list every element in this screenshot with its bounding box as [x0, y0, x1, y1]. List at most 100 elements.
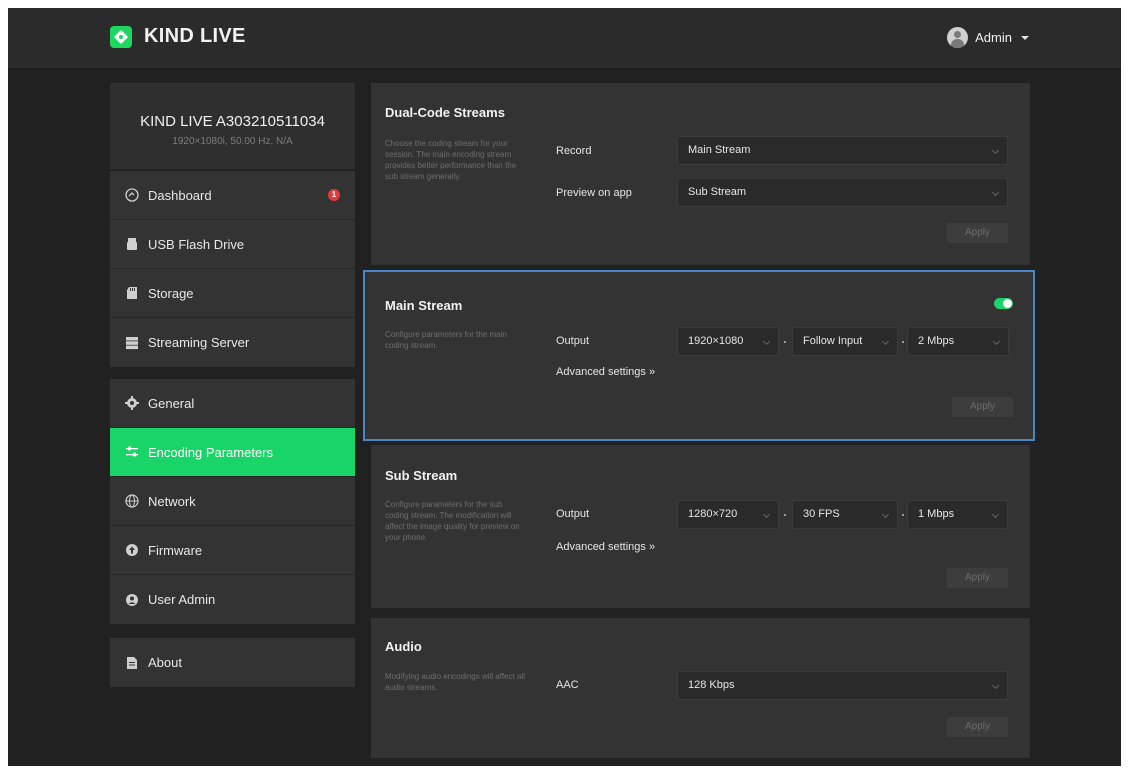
caret-down-icon [1021, 35, 1029, 40]
bitrate-select[interactable]: 1 Mbps [907, 500, 1008, 529]
globe-icon [125, 494, 139, 508]
sidebar-item-user-admin[interactable]: User Admin [110, 575, 355, 624]
output-label: Output [556, 335, 590, 347]
avatar-icon [947, 27, 969, 48]
sd-card-icon [125, 286, 139, 300]
main-stream-panel: Main Stream Configure parameters for the… [363, 270, 1035, 441]
select-value: 1 Mbps [918, 508, 955, 520]
sidebar-group-info: About [110, 638, 355, 687]
dashboard-icon [125, 188, 139, 202]
sidebar-item-about[interactable]: About [110, 638, 355, 687]
document-icon [125, 656, 139, 670]
separator-dot [784, 514, 786, 516]
panel-title: Audio [385, 639, 422, 654]
panel-description: Modifying audio encodings will affect al… [385, 672, 525, 692]
sidebar-group-status: Dashboard 1 USB Flash Drive Storage Stre… [110, 171, 355, 367]
sidebar-item-label: Network [148, 493, 196, 509]
select-value: 1280×720 [688, 508, 738, 520]
panel-title: Dual-Code Streams [385, 105, 505, 120]
app-frame: KIND LIVE Admin KIND LIVE A303210511034 … [8, 8, 1121, 766]
device-card: KIND LIVE A303210511034 1920×1080i, 50.0… [110, 83, 355, 169]
sidebar-item-usb-flash-drive[interactable]: USB Flash Drive [110, 220, 355, 269]
notification-badge: 1 [328, 189, 340, 201]
chevron-down-icon [991, 188, 1000, 197]
device-signal-info: 1920×1080i, 50.00 Hz, N/A [172, 136, 293, 147]
separator-dot [784, 341, 786, 343]
bitrate-select[interactable]: 2 Mbps [907, 327, 1009, 356]
chevron-down-icon [991, 681, 1000, 690]
dual-code-streams-panel: Dual-Code Streams Choose the coding stre… [371, 83, 1030, 265]
sliders-icon [125, 445, 139, 459]
server-icon [125, 336, 139, 350]
record-stream-select[interactable]: Main Stream [677, 136, 1008, 165]
sub-stream-panel: Sub Stream Configure parameters for the … [371, 445, 1030, 608]
device-name: KIND LIVE A303210511034 [140, 113, 325, 130]
output-label: Output [556, 508, 590, 520]
top-bar: KIND LIVE Admin [8, 8, 1121, 69]
panel-description: Choose the coding stream for your sessio… [385, 139, 517, 181]
user-icon [125, 593, 139, 607]
record-label: Record [556, 145, 592, 157]
audio-panel: Audio Modifying audio encodings will aff… [371, 618, 1030, 758]
select-value: Sub Stream [688, 186, 747, 198]
user-name: Admin [975, 30, 1012, 45]
sidebar-item-firmware[interactable]: Firmware [110, 526, 355, 575]
sidebar-item-network[interactable]: Network [110, 477, 355, 526]
panel-description: Configure parameters for the main coding… [385, 330, 507, 350]
select-value: Main Stream [688, 144, 751, 156]
sidebar-item-label: Firmware [148, 542, 203, 558]
kind-live-logo-icon [110, 25, 132, 48]
framerate-select[interactable]: Follow Input [792, 327, 898, 356]
sidebar-item-streaming-server[interactable]: Streaming Server [110, 318, 355, 367]
aac-label: AAC [556, 679, 579, 691]
usb-drive-icon [125, 237, 139, 251]
sidebar-item-encoding-parameters[interactable]: Encoding Parameters [110, 428, 355, 477]
brand-name: KIND LIVE [144, 25, 246, 47]
sidebar-item-general[interactable]: General [110, 379, 355, 428]
sidebar-item-storage[interactable]: Storage [110, 269, 355, 318]
user-menu[interactable]: Admin [947, 27, 1029, 48]
separator-dot [902, 514, 904, 516]
chevron-down-icon [881, 510, 890, 519]
sidebar-item-label: Encoding Parameters [148, 444, 274, 460]
advanced-settings-link[interactable]: Advanced settings » [556, 366, 655, 378]
panel-description: Configure parameters for the sub coding … [385, 500, 520, 542]
upload-icon [125, 543, 139, 557]
select-value: 1920×1080 [688, 335, 744, 347]
resolution-select[interactable]: 1280×720 [677, 500, 779, 529]
chevron-down-icon [991, 146, 1000, 155]
sidebar-group-settings: General Encoding Parameters Network Firm… [110, 379, 355, 624]
separator-dot [902, 341, 904, 343]
sidebar-item-label: About [148, 655, 182, 670]
apply-button[interactable]: Apply [947, 223, 1008, 243]
sidebar-item-label: User Admin [148, 592, 216, 607]
preview-label: Preview on app [556, 187, 632, 199]
apply-button[interactable]: Apply [947, 568, 1008, 588]
sidebar-item-dashboard[interactable]: Dashboard 1 [110, 171, 355, 220]
advanced-settings-link[interactable]: Advanced settings » [556, 541, 655, 553]
panel-title: Main Stream [385, 298, 463, 313]
sidebar-item-label: Dashboard [148, 187, 212, 203]
select-value: Follow Input [803, 335, 863, 347]
apply-button[interactable]: Apply [947, 717, 1008, 737]
chevron-down-icon [762, 337, 771, 346]
resolution-select[interactable]: 1920×1080 [677, 327, 779, 356]
select-value: 128 Kbps [688, 679, 735, 691]
chevron-down-icon [991, 510, 1000, 519]
preview-stream-select[interactable]: Sub Stream [677, 178, 1008, 207]
select-value: 2 Mbps [918, 335, 955, 347]
sidebar-item-label: USB Flash Drive [148, 236, 245, 252]
framerate-select[interactable]: 30 FPS [792, 500, 898, 529]
audio-bitrate-select[interactable]: 128 Kbps [677, 671, 1008, 700]
sidebar-item-label: General [148, 395, 195, 411]
chevron-down-icon [762, 510, 771, 519]
brand[interactable]: KIND LIVE [110, 25, 246, 48]
sidebar-item-label: Streaming Server [148, 335, 250, 350]
gear-icon [125, 396, 139, 410]
panel-title: Sub Stream [385, 468, 458, 483]
main-stream-toggle[interactable] [994, 298, 1013, 309]
select-value: 30 FPS [803, 508, 840, 520]
chevron-down-icon [992, 337, 1001, 346]
apply-button[interactable]: Apply [952, 397, 1013, 417]
sidebar-item-label: Storage [148, 285, 194, 301]
